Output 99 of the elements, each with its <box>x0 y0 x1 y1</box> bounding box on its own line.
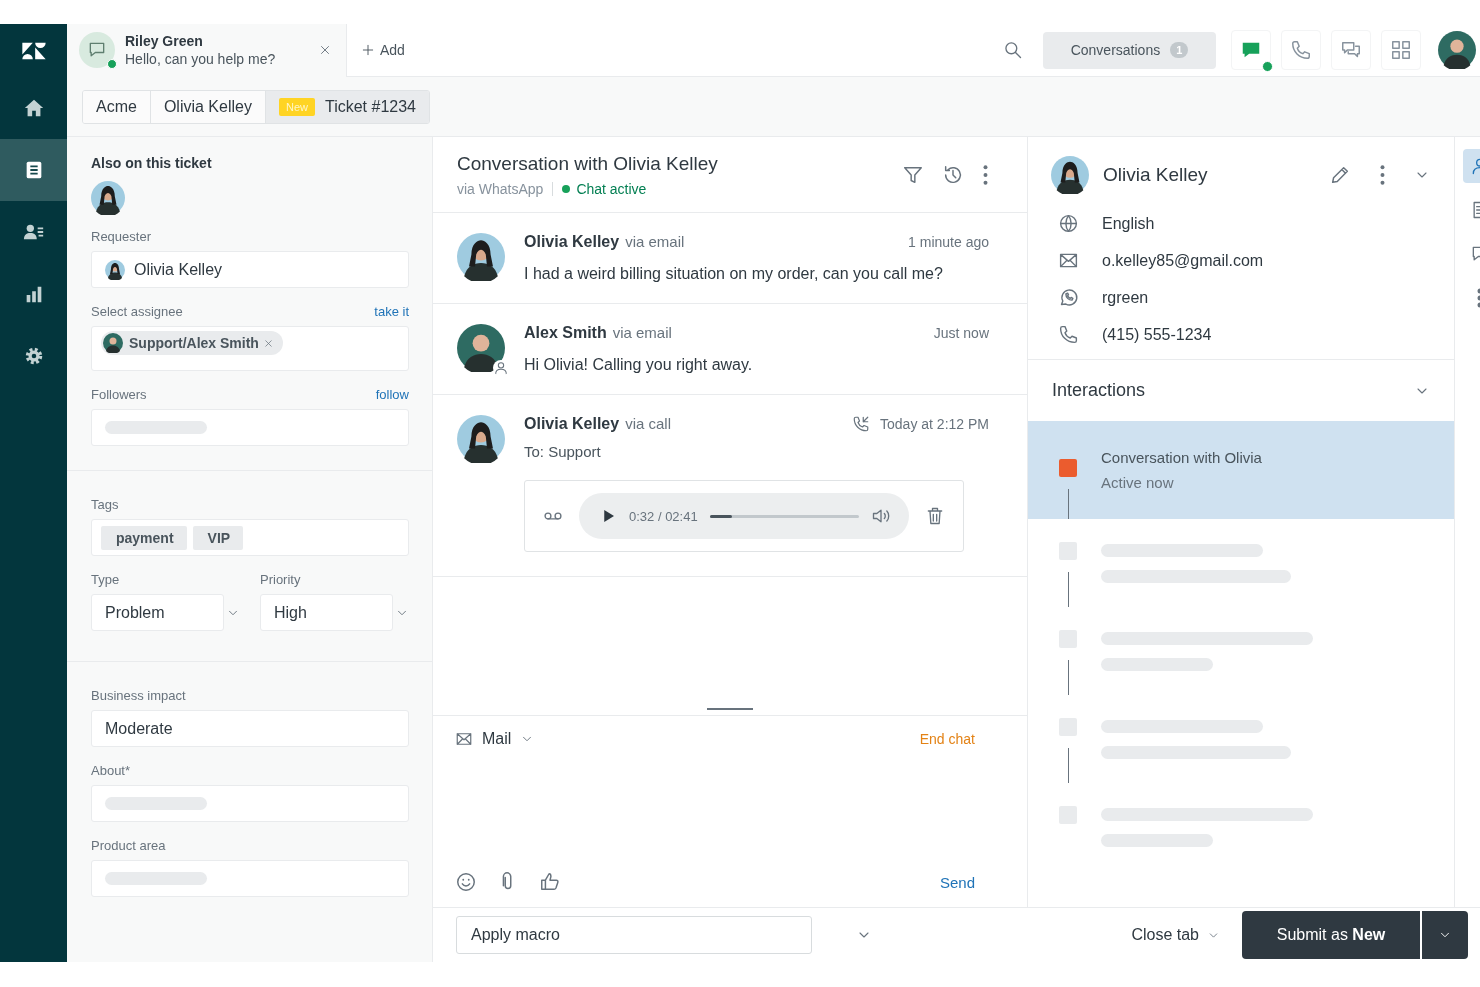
phone-icon <box>1058 324 1079 345</box>
channel-dropdown[interactable]: Mail <box>455 730 535 748</box>
status-label: Chat active <box>562 180 647 197</box>
field-label: Priority <box>260 572 301 587</box>
plus-icon <box>361 43 375 57</box>
detail-value: rgreen <box>1102 288 1149 307</box>
author-name: Alex Smith <box>524 324 607 342</box>
online-indicator <box>1262 61 1273 72</box>
history-icon[interactable] <box>942 163 964 186</box>
tab[interactable]: Acme <box>83 90 151 123</box>
close-icon <box>318 43 332 57</box>
dropdown[interactable]: High <box>260 594 393 631</box>
channel-label: via email <box>625 233 685 250</box>
field-label: Select assignee <box>91 304 183 319</box>
status-badge: New <box>278 97 315 116</box>
pencil-icon[interactable] <box>1329 164 1351 186</box>
field-label: Type <box>91 572 120 587</box>
app-button[interactable] <box>1381 30 1421 70</box>
resize-handle[interactable] <box>707 708 753 710</box>
message-text: Hi Olivia! Calling you right away. <box>524 356 754 374</box>
field-label: Followers <box>91 387 147 402</box>
thumbs-up-icon[interactable] <box>539 871 561 893</box>
field-label: Tags <box>91 497 119 512</box>
nav-item[interactable] <box>0 139 67 201</box>
timestamp: Today at 2:12 PM <box>880 416 989 432</box>
detail-value: English <box>1102 214 1155 233</box>
audio-time: 0:32 / 02:41 <box>629 508 698 524</box>
macro-field[interactable]: Apply macro <box>456 916 812 954</box>
app-button[interactable] <box>1231 30 1271 70</box>
avatar <box>105 259 125 280</box>
remove-icon[interactable] <box>262 337 274 349</box>
channel-label: via WhatsApp <box>457 180 544 197</box>
link[interactable]: take it <box>374 304 409 319</box>
detail-value: (415) 555-1234 <box>1102 325 1212 344</box>
trash-icon[interactable] <box>925 506 945 526</box>
online-indicator <box>107 59 117 69</box>
customer-name: Olivia Kelley <box>1103 164 1209 186</box>
tab[interactable]: New Ticket #1234 <box>265 90 429 123</box>
interaction-status: Active now <box>1101 474 1175 491</box>
detail-value: o.kelley85@gmail.com <box>1102 251 1264 270</box>
message-text: I had a weird billing situation on my order, can you call me? <box>524 265 944 283</box>
close-button[interactable] <box>318 43 332 57</box>
app-button[interactable] <box>1331 30 1371 70</box>
emoji-icon[interactable] <box>455 871 477 893</box>
tag-label: Support/Alex Smith <box>128 335 259 351</box>
search-button[interactable] <box>1003 40 1023 60</box>
grid-icon <box>1390 39 1412 61</box>
add-button[interactable]: Add <box>361 42 405 58</box>
section-title: Also on this ticket <box>91 155 213 171</box>
text-field[interactable]: Moderate <box>91 710 409 747</box>
timestamp: Just now <box>933 325 989 341</box>
conversations-button[interactable]: Conversations 1 <box>1043 31 1216 69</box>
timestamp: 1 minute ago <box>908 234 989 250</box>
tag-label: payment <box>115 529 174 546</box>
conversation-title: Conversation with Olivia Kelley <box>457 152 719 175</box>
avatar <box>1438 31 1476 69</box>
field-label: Requester <box>91 229 151 244</box>
home-icon <box>22 97 45 119</box>
field-label: About* <box>91 763 131 778</box>
search-icon <box>1003 40 1023 60</box>
section-title: Interactions <box>1052 380 1146 401</box>
tags-field[interactable]: Support/Alex Smith <box>91 326 409 371</box>
contact-name: Riley Green <box>125 33 204 49</box>
tag[interactable]: payment <box>101 525 187 550</box>
author-name: Olivia Kelley <box>524 233 620 251</box>
field-label: Business impact <box>91 688 186 703</box>
tag-label: VIP <box>206 529 231 546</box>
message-text: To: Support <box>524 443 602 460</box>
tag[interactable]: Support/Alex Smith <box>101 331 283 355</box>
session-tab[interactable]: Riley Green Hello, can you help me? <box>67 23 347 77</box>
more-icon[interactable] <box>982 163 989 186</box>
submit-button[interactable]: Submit as New <box>1242 911 1420 959</box>
mail-icon <box>455 730 473 748</box>
interaction-title: Conversation with Olivia <box>1101 449 1262 466</box>
author-name: Olivia Kelley <box>524 415 620 433</box>
channel-label: via call <box>625 415 672 432</box>
app-button[interactable] <box>1281 30 1321 70</box>
tag[interactable]: VIP <box>192 525 244 550</box>
avatar <box>103 333 123 353</box>
incoming-call-icon <box>852 415 871 433</box>
more-icon[interactable] <box>1379 164 1386 186</box>
close-tab-button[interactable]: Close tab <box>1131 926 1220 944</box>
link[interactable]: follow <box>375 387 409 402</box>
avatar <box>91 181 125 215</box>
field-label: Product area <box>91 838 166 853</box>
avatar <box>1051 156 1089 194</box>
tags-field[interactable]: payment VIP <box>91 519 409 556</box>
dropdown[interactable]: Problem <box>91 594 224 631</box>
send-button[interactable]: Send <box>939 873 975 891</box>
message-preview: Hello, can you help me? <box>125 51 277 67</box>
requester-field[interactable]: Olivia Kelley <box>91 251 409 288</box>
progress-track[interactable] <box>709 514 859 518</box>
count-badge: 1 <box>1170 42 1189 58</box>
phone-icon <box>1290 39 1312 61</box>
whatsapp-icon <box>1058 287 1079 308</box>
channel-label: via email <box>612 324 672 341</box>
conversation-marker-icon <box>1059 459 1077 477</box>
interaction-item[interactable]: Conversation with Olivia Active now <box>1028 421 1454 519</box>
globe-icon <box>1058 213 1079 234</box>
